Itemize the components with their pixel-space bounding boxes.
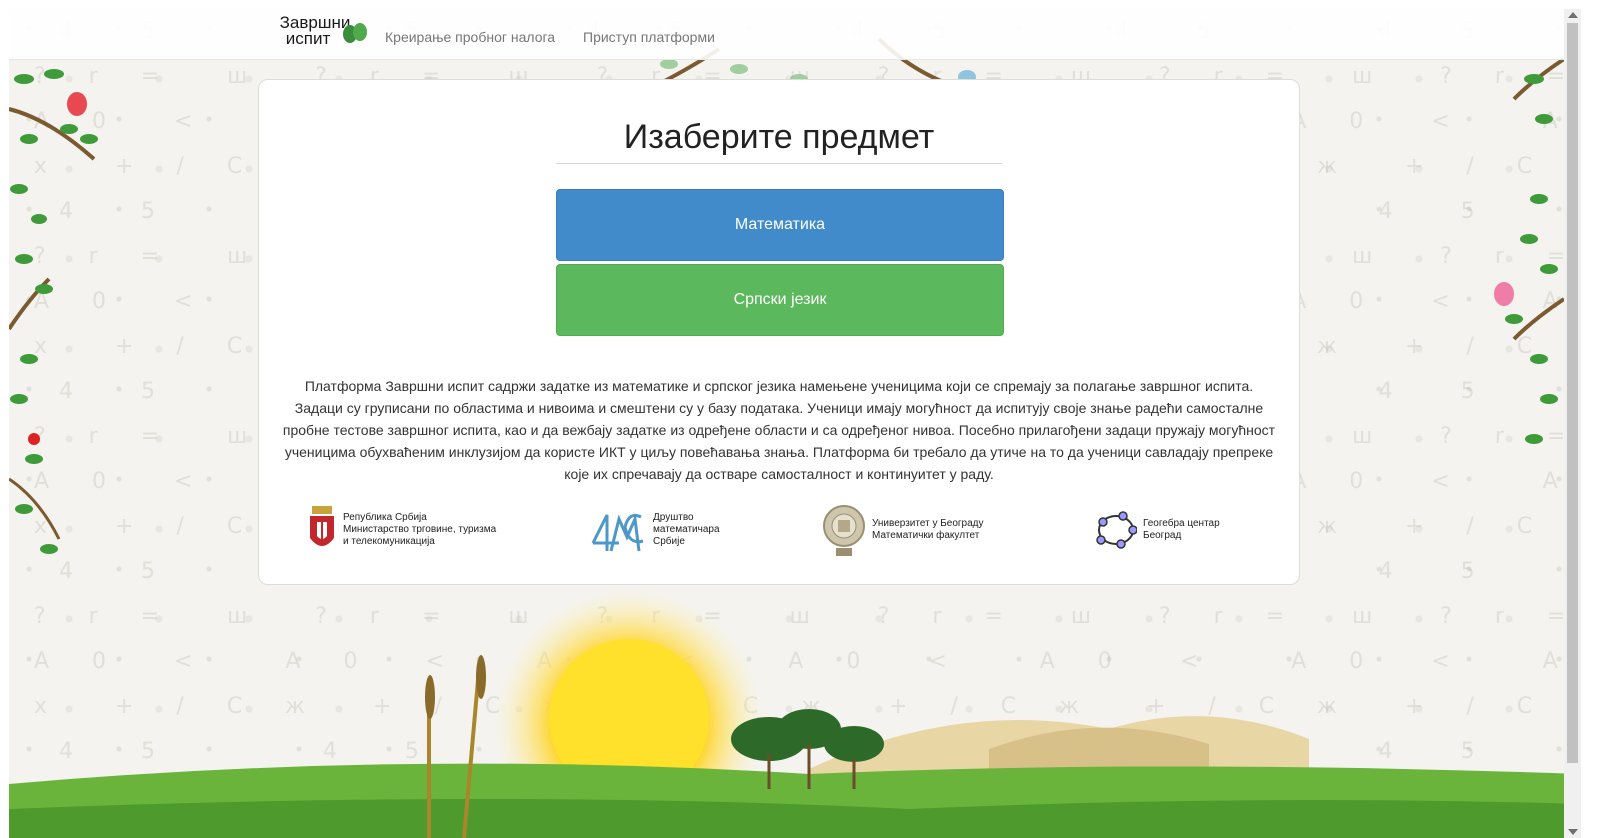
scroll-down-arrow-icon[interactable] — [1568, 829, 1578, 835]
serbian-subject-button[interactable]: Српски језик — [556, 264, 1004, 336]
right-branch-decoration — [1494, 57, 1564, 444]
page-title: Изаберите предмет — [556, 118, 1002, 164]
partner-geogebra[interactable]: Геогебра центар Београд — [1095, 498, 1220, 562]
partner-geogebra-text: Геогебра центар Београд — [1143, 518, 1220, 541]
vertical-scrollbar[interactable] — [1564, 9, 1581, 838]
geogebra-logo-icon — [1096, 511, 1137, 549]
platform-description: Платформа Завршни испит садржи задатке и… — [282, 378, 1276, 482]
university-seal-icon — [823, 505, 865, 556]
dms-logo-icon — [591, 513, 644, 552]
partner-university-text: Универзитет у Београду Математички факул… — [872, 518, 984, 541]
partner-dms-text: Друштво математичара Србије — [653, 512, 720, 547]
nav-platform-access[interactable]: Приступ платформи — [583, 29, 715, 45]
partner-university[interactable]: Универзитет у Београду Математички факул… — [822, 498, 984, 562]
leaf-logo-icon — [343, 23, 367, 43]
left-branch-decoration — [9, 69, 98, 554]
partner-ministry[interactable]: Република Србија Министарство трговине, … — [307, 498, 496, 562]
scroll-thumb[interactable] — [1567, 23, 1578, 763]
nav-create-trial-account[interactable]: Креирање пробног налога — [385, 29, 555, 45]
serbia-coat-of-arms-icon — [310, 506, 334, 546]
landscape-illustration — [9, 589, 1581, 838]
partner-ministry-text: Република Србија Министарство трговине, … — [343, 512, 497, 547]
subject-selection-card: Изаберите предмет Математика Српски јези… — [258, 79, 1300, 585]
top-navbar: Завршни испит Креирање пробног налога Пр… — [9, 9, 1581, 60]
math-subject-button[interactable]: Математика — [556, 189, 1004, 261]
scroll-up-arrow-icon[interactable] — [1568, 12, 1578, 18]
partner-dms[interactable]: Друштво математичара Србије — [589, 498, 720, 562]
browser-viewport: 4 5 4 5 4 5 4 5 4 5 4 5 4 5 4 5 ? r = ш … — [9, 9, 1581, 838]
